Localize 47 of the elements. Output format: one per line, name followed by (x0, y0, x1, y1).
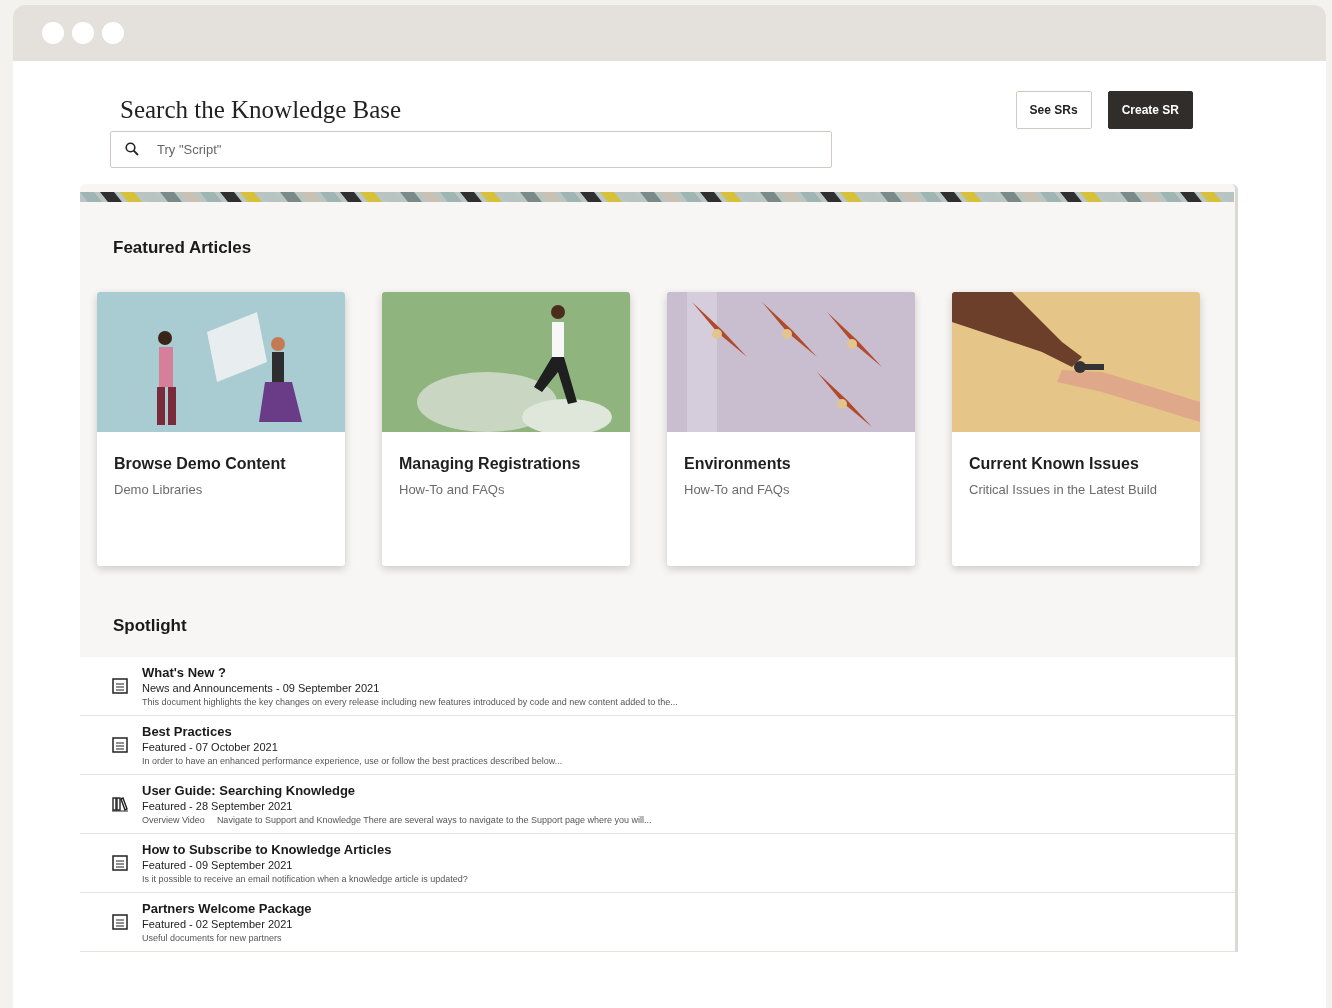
zoom-button[interactable] (102, 22, 124, 44)
card-title: Environments (684, 454, 792, 475)
document-icon (112, 678, 128, 695)
card-subtitle: Demo Libraries (114, 481, 204, 500)
article-card[interactable]: Managing Registrations How-To and FAQs (382, 292, 630, 567)
spotlight-item[interactable]: How to Subscribe to Knowledge Articles Featured - 09 September 2021 Is it possible to receive an email notification when a knowledge article is updated? (80, 833, 1235, 893)
article-card[interactable]: Current Known Issues Critical Issues in the Latest Build (952, 292, 1200, 567)
article-description: Is it possible to receive an email notification when a knowledge article is updated? (142, 872, 468, 886)
video-label: Overview Video (142, 813, 205, 827)
document-icon (112, 855, 128, 872)
article-meta: Featured - 09 September 2021 (142, 857, 294, 873)
see-button[interactable]: See SRs (1015, 91, 1092, 129)
article-meta: Featured - 07 October 2021 (142, 739, 279, 755)
article-meta: Featured - 28 September 2021 (142, 798, 294, 814)
article-description: In order to have an enhanced performance experience, use or follow the best practices described below... (142, 754, 563, 768)
search-field[interactable]: Try "Script" (110, 131, 832, 168)
spotlight-item[interactable]: Partners Welcome Package Featured - 02 September 2021 Useful documents for new partners (80, 892, 1235, 952)
minimize-button[interactable] (72, 22, 94, 44)
document-icon (112, 737, 128, 754)
article-title: How to Subscribe to Knowledge Articles (142, 840, 393, 858)
section-heading: Spotlight (113, 616, 188, 637)
article-description: This document highlights the key changes on every release including new features introduced by code and new content added to the... (142, 695, 678, 709)
document-icon (112, 914, 128, 931)
create-button[interactable]: Create SR (1107, 91, 1193, 129)
card-title: Browse Demo Content (114, 454, 287, 475)
card-subtitle: How-To and FAQs (399, 481, 506, 500)
article-description: Navigate to Support and Knowledge There are several ways to navigate to the Support page where you will... (216, 813, 652, 827)
books-icon (112, 796, 128, 813)
spotlight-item[interactable]: What's New ? News and Announcements - 09 September 2021 This document highlights the key changes on every release including new features introduced by code and new content added to the... (80, 656, 1235, 716)
article-card[interactable]: Environments How-To and FAQs (667, 292, 915, 567)
article-meta: Featured - 02 September 2021 (142, 916, 294, 932)
article-title: What's New ? (142, 663, 227, 681)
article-card[interactable]: Browse Demo Content Demo Libraries (97, 292, 345, 567)
card-subtitle: How-To and FAQs (684, 481, 791, 500)
page-title: Search the Knowledge Base (120, 95, 402, 125)
article-title: Best Practices (142, 722, 233, 740)
card-subtitle: Critical Issues in the Latest Build (969, 481, 1158, 500)
card-title: Current Known Issues (969, 454, 1140, 475)
spotlight-item[interactable]: Best Practices Featured - 07 October 2021 In order to have an enhanced performance experience, use or follow the best practices described below... (80, 715, 1235, 775)
article-meta: News and Announcements - 09 September 2021 (142, 680, 381, 696)
article-description: Useful documents for new partners (142, 931, 282, 945)
article-title: Partners Welcome Package (142, 899, 312, 917)
article-title: User Guide: Searching Knowledge (142, 781, 357, 799)
section-heading: Featured Articles (113, 238, 253, 259)
spotlight-item[interactable]: User Guide: Searching Knowledge Featured - 28 September 2021 Overview Video Navigate to Support and Knowledge There are several ways to navigate to the Support page where you will... (80, 774, 1235, 834)
close-button[interactable] (42, 22, 64, 44)
card-title: Managing Registrations (399, 454, 582, 475)
